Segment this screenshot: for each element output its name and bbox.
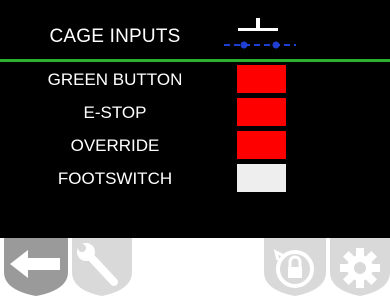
input-label: GREEN BUTTON (47, 70, 183, 89)
gear-icon (340, 248, 380, 288)
switch-icon (224, 18, 296, 49)
config-button[interactable] (328, 238, 390, 296)
header-divider (0, 59, 390, 62)
input-label: E-STOP (83, 103, 147, 122)
input-row-e-stop: E-STOP (0, 98, 390, 128)
status-indicator (237, 65, 286, 93)
header: CAGE INPUTS (0, 0, 390, 60)
status-indicator (237, 98, 286, 126)
input-row-green-button: GREEN BUTTON (0, 65, 390, 95)
input-row-override: OVERRIDE (0, 131, 390, 161)
back-button[interactable] (0, 238, 70, 296)
input-label: OVERRIDE (70, 136, 160, 155)
input-label: FOOTSWITCH (57, 169, 173, 188)
page-title: CAGE INPUTS (49, 26, 181, 47)
settings-button[interactable] (70, 238, 134, 296)
status-indicator (237, 164, 286, 192)
unlock-button[interactable] (262, 238, 328, 296)
input-row-footswitch: FOOTSWITCH (0, 164, 390, 194)
status-indicator (237, 131, 286, 159)
